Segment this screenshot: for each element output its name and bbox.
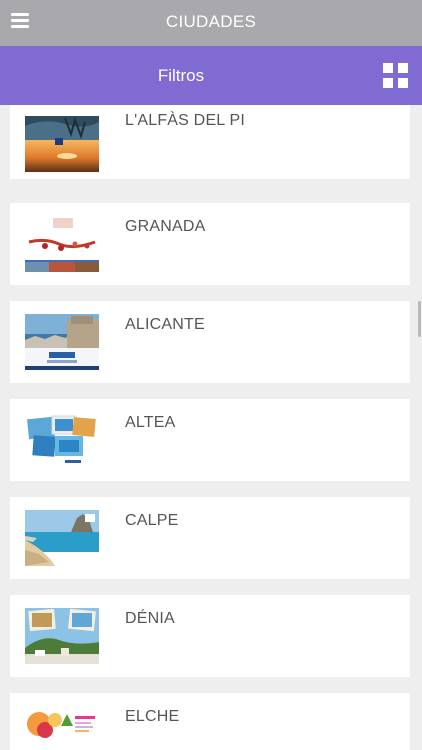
scrollbar-thumb[interactable] (418, 301, 421, 337)
city-name: CALPE (125, 512, 179, 529)
city-card-elche[interactable]: ELCHE (10, 693, 410, 750)
grid-view-icon[interactable] (383, 63, 408, 88)
city-name: ALTEA (125, 414, 176, 431)
city-name: DÉNIA (125, 610, 175, 627)
city-card-altea[interactable]: ALTEA (10, 399, 410, 481)
top-app-bar: CIUDADES (0, 0, 422, 46)
filter-bar: Filtros (0, 46, 422, 105)
city-thumbnail (25, 706, 99, 750)
city-list[interactable]: L'ALFÀS DEL PI GRANADA ALICANTE ALTEA CA… (0, 105, 422, 750)
city-card-alicante[interactable]: ALICANTE (10, 301, 410, 383)
city-thumbnail (25, 216, 99, 272)
city-name: L'ALFÀS DEL PI (125, 112, 245, 129)
city-card-denia[interactable]: DÉNIA (10, 595, 410, 677)
city-card-granada[interactable]: GRANADA (10, 203, 410, 285)
city-name: GRANADA (125, 218, 206, 235)
city-thumbnail (25, 314, 99, 370)
city-card-alfas-del-pi[interactable]: L'ALFÀS DEL PI (10, 105, 410, 179)
city-thumbnail (25, 608, 99, 664)
city-thumbnail (25, 116, 99, 172)
city-card-calpe[interactable]: CALPE (10, 497, 410, 579)
filters-button[interactable]: Filtros (0, 66, 362, 86)
page-title: CIUDADES (165, 12, 257, 31)
city-thumbnail (25, 412, 99, 468)
city-thumbnail (25, 510, 99, 566)
city-name: ALICANTE (125, 316, 205, 333)
city-name: ELCHE (125, 708, 180, 725)
